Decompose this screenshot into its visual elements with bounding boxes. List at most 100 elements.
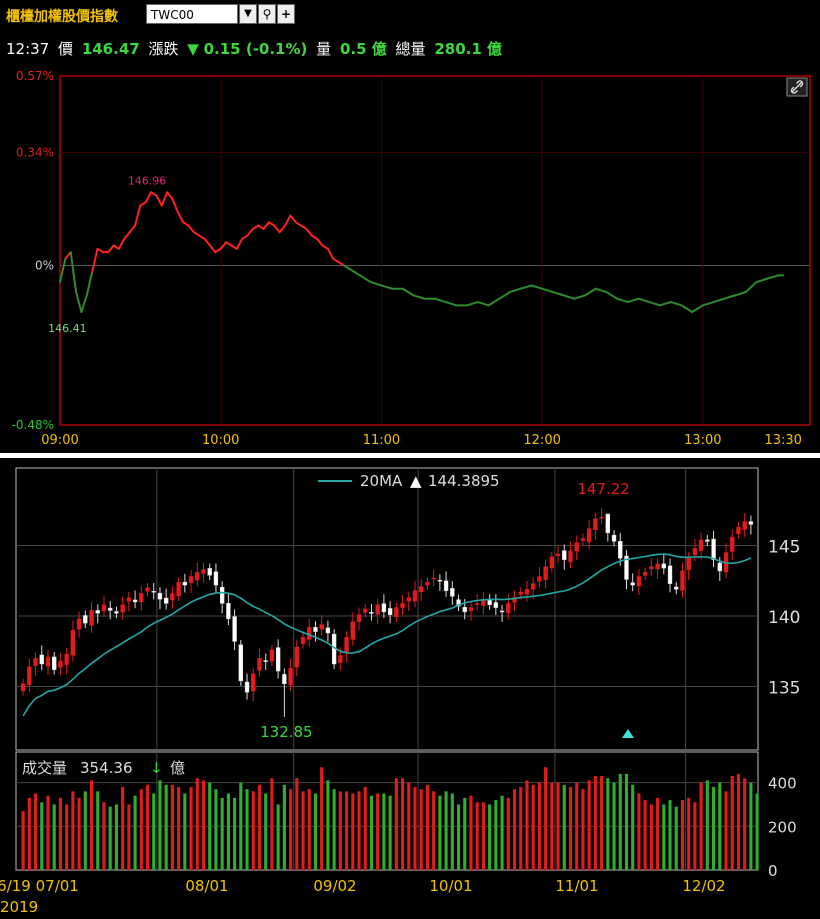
candle-body bbox=[711, 538, 716, 560]
volume-bar bbox=[494, 800, 498, 870]
volume-value: 354.36 bbox=[80, 759, 133, 777]
volume-bar bbox=[52, 804, 56, 870]
volume-bar bbox=[469, 795, 473, 870]
symbol-input[interactable]: TWC00 bbox=[146, 4, 238, 24]
x-tick-label: 6/19 07/01 bbox=[0, 877, 79, 895]
candle-body bbox=[742, 521, 747, 530]
volume-bar bbox=[363, 786, 367, 870]
volume-bar bbox=[338, 791, 342, 870]
candle-body bbox=[176, 581, 181, 596]
candle-body bbox=[52, 656, 57, 670]
candle-body bbox=[45, 656, 51, 667]
volume-bar bbox=[550, 782, 554, 870]
volume-bar bbox=[705, 780, 709, 870]
symbol-dropdown-button[interactable]: ▼ bbox=[239, 4, 257, 24]
volume-bar bbox=[201, 780, 206, 870]
candle-body bbox=[251, 673, 256, 692]
volume-bar bbox=[699, 782, 703, 870]
high-price-label: 146.96 bbox=[128, 174, 167, 187]
candle-body bbox=[518, 591, 523, 595]
search-button[interactable]: ⚲ bbox=[258, 4, 276, 24]
volume-bar bbox=[593, 776, 597, 870]
x-tick-label: 13:00 bbox=[684, 433, 721, 448]
volume-bar bbox=[357, 791, 361, 870]
volume-bar bbox=[656, 797, 660, 870]
candle-body bbox=[443, 580, 449, 591]
price-value: 146.47 bbox=[81, 40, 140, 58]
candle-body bbox=[313, 627, 318, 632]
candle-body bbox=[680, 570, 685, 591]
intraday-chart: 0.57% 0.34% 0% -0.48%09:00 10:00 11:00 12:00 13… bbox=[12, 69, 811, 448]
candle-body bbox=[139, 593, 144, 603]
volume-bar bbox=[730, 776, 734, 870]
link-button[interactable] bbox=[786, 77, 808, 97]
volume-bar bbox=[724, 791, 728, 870]
candle-body bbox=[89, 610, 94, 626]
candle-body bbox=[530, 583, 536, 590]
volume-bar bbox=[127, 804, 131, 870]
candle-body bbox=[599, 517, 604, 519]
volume-bar bbox=[301, 791, 305, 870]
candle-body bbox=[586, 528, 592, 543]
candle-body bbox=[182, 581, 188, 586]
volume-bar bbox=[245, 789, 249, 870]
volume-bar bbox=[189, 786, 193, 870]
volume-bar bbox=[58, 797, 62, 870]
x-tick-label: 13:30 bbox=[764, 433, 801, 448]
candle-body bbox=[692, 548, 698, 556]
period-high-label: 147.22 bbox=[577, 480, 630, 498]
volume-bar bbox=[506, 797, 510, 870]
volume-tick-label: 400 bbox=[768, 775, 797, 793]
volume-bar bbox=[65, 804, 69, 870]
volume-bar bbox=[444, 791, 448, 870]
y-tick-label: 0% bbox=[35, 258, 54, 272]
volume-bar bbox=[718, 782, 722, 870]
volume-value: 0.5 億 bbox=[339, 40, 387, 58]
volume-bar bbox=[400, 778, 405, 870]
volume-bar bbox=[388, 795, 392, 870]
volume-bar bbox=[320, 767, 324, 870]
volume-bar bbox=[345, 791, 349, 870]
candle-body bbox=[325, 627, 331, 634]
candle-body bbox=[568, 550, 573, 563]
candle-body bbox=[238, 644, 244, 682]
volume-bar bbox=[419, 789, 423, 870]
volume-bar bbox=[351, 793, 355, 870]
volume-bar bbox=[525, 780, 529, 870]
candle-body bbox=[748, 521, 754, 525]
plus-icon: + bbox=[280, 7, 292, 21]
x-tick-label: 10/01 bbox=[429, 877, 472, 895]
candle-body bbox=[300, 636, 306, 644]
change-label: 漲跌 bbox=[148, 40, 179, 58]
candle-body bbox=[562, 550, 567, 560]
volume-bar bbox=[108, 806, 112, 870]
candle-body bbox=[493, 602, 499, 608]
volume-bar bbox=[680, 800, 685, 870]
volume-bar bbox=[270, 778, 274, 870]
volume-bar bbox=[164, 784, 168, 870]
candle-body bbox=[39, 654, 44, 665]
volume-bar bbox=[643, 800, 647, 870]
x-tick-label: 11:00 bbox=[363, 433, 400, 448]
volume-bar bbox=[289, 789, 293, 870]
volume-bar bbox=[257, 784, 262, 870]
change-value: 0.15 (-0.1%) bbox=[203, 40, 308, 58]
candle-body bbox=[574, 542, 579, 552]
volume-bar bbox=[712, 786, 716, 870]
daily-candlestick-chart: 145 140 135 400 200 0 6/19 07/01 08/01 09/02 10/0… bbox=[0, 467, 800, 916]
volume-bar bbox=[575, 782, 579, 870]
volume-bar bbox=[568, 786, 573, 870]
volume-bar bbox=[631, 784, 635, 870]
candle-body bbox=[294, 646, 299, 668]
add-button[interactable]: + bbox=[277, 4, 295, 24]
volume-arrow-icon: ↓ bbox=[150, 759, 163, 777]
volume-bar bbox=[46, 795, 50, 870]
volume-bar bbox=[214, 789, 218, 870]
volume-title: 成交量 bbox=[22, 759, 67, 777]
search-icon: ⚲ bbox=[262, 7, 272, 21]
candle-body bbox=[363, 608, 368, 613]
candle-body bbox=[686, 557, 691, 571]
candle-body bbox=[195, 572, 200, 581]
volume-bar bbox=[332, 789, 336, 870]
volume-bar bbox=[239, 782, 243, 870]
